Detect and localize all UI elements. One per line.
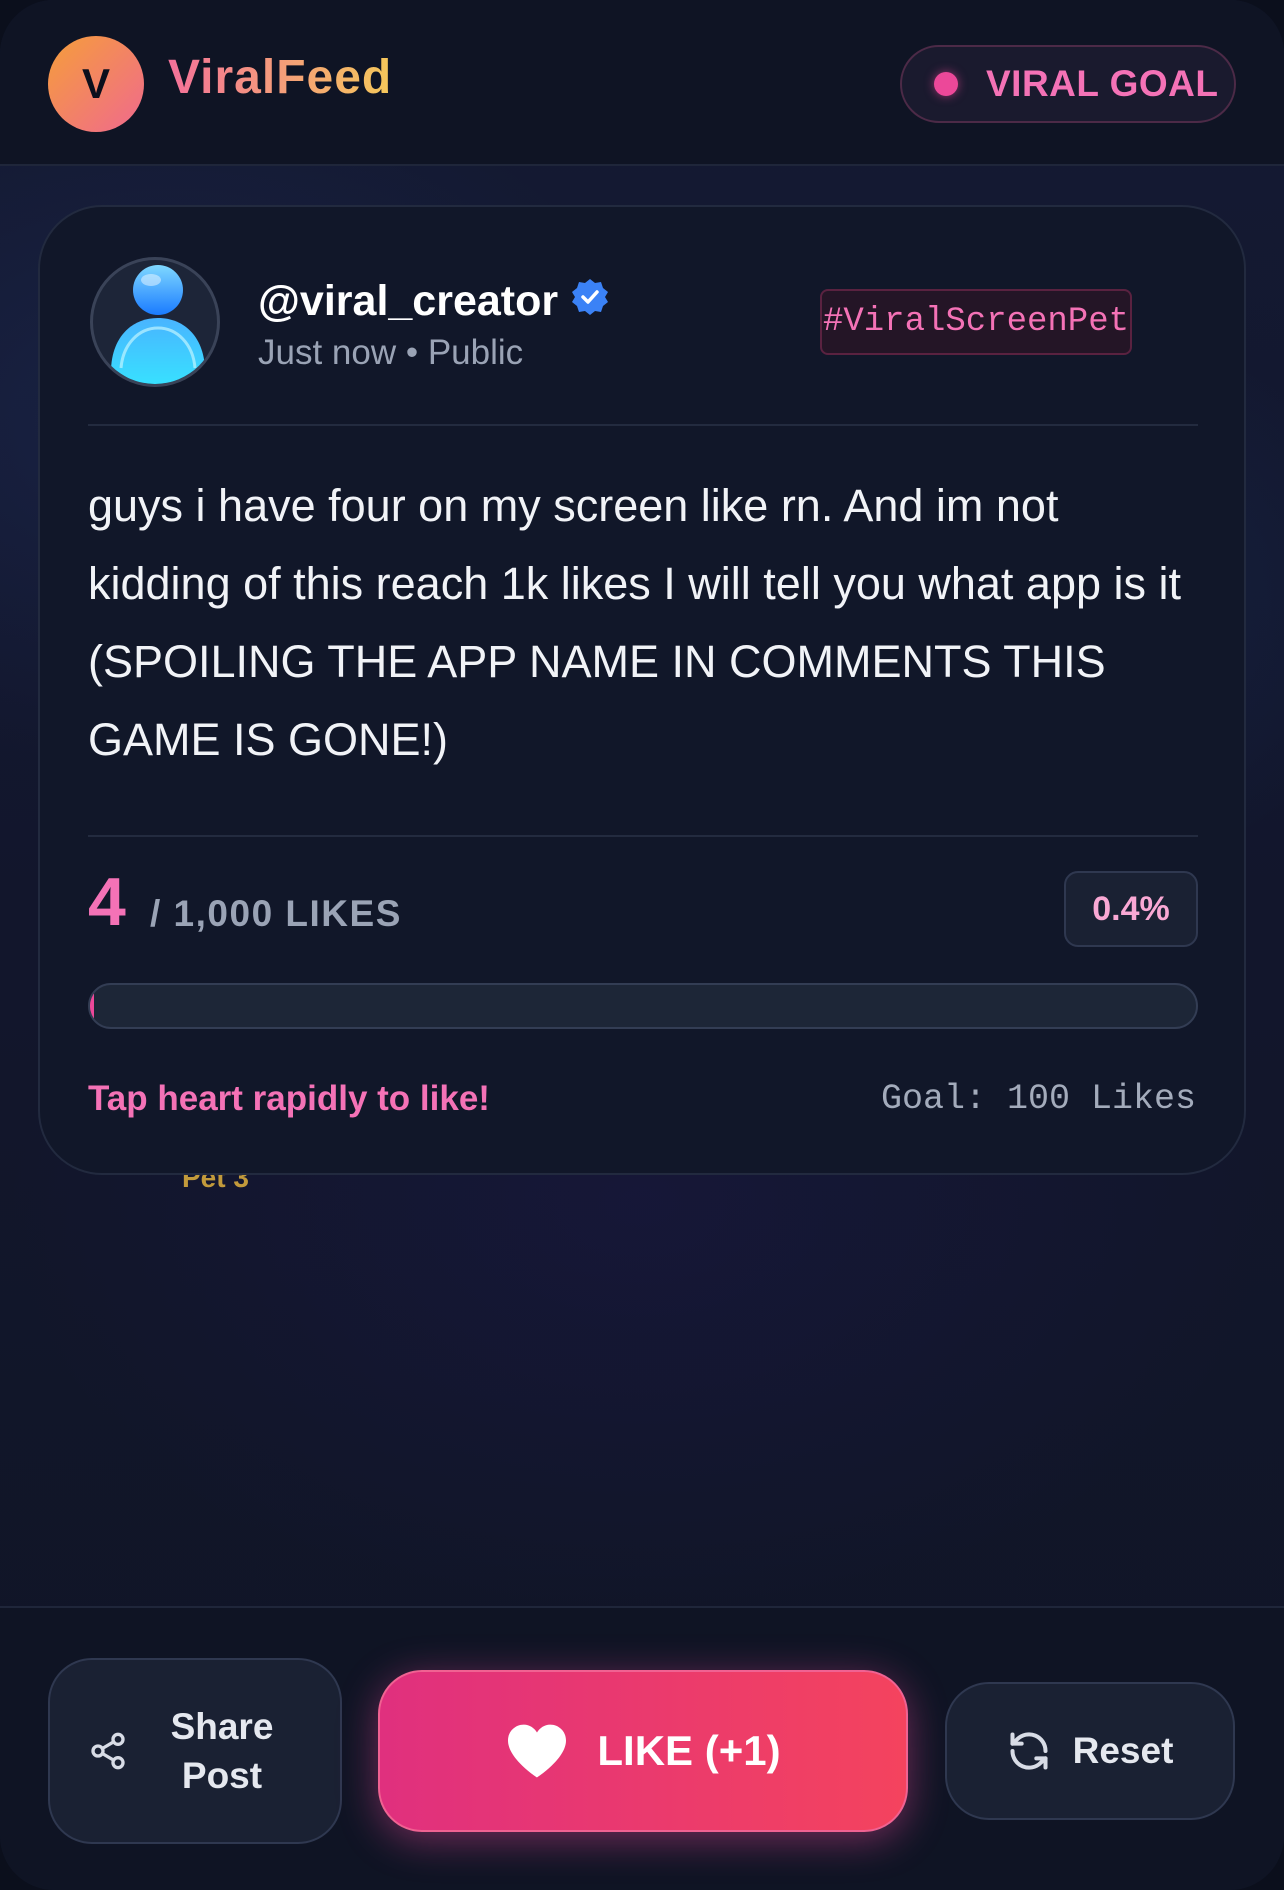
divider	[88, 424, 1198, 426]
like-progress-bar	[88, 983, 1198, 1029]
viral-goal-label: VIRAL GOAL	[986, 63, 1219, 104]
status-dot-icon	[934, 72, 958, 96]
progress-percent-badge: 0.4%	[1064, 871, 1198, 947]
like-button[interactable]: LIKE (+1)	[378, 1670, 908, 1832]
logo-letter: V	[81, 60, 110, 107]
like-count: 4	[88, 864, 126, 940]
post-author-handle[interactable]: @viral_creator	[258, 277, 558, 326]
reset-button-label: Reset	[1072, 1730, 1174, 1771]
like-button-label: LIKE (+1)	[597, 1727, 781, 1774]
hashtag-badge[interactable]: #ViralScreenPet	[820, 289, 1132, 355]
share-icon	[91, 1732, 125, 1770]
share-post-button[interactable]: Share Post	[48, 1658, 342, 1844]
post-body-text: guys i have four on my screen like rn. A…	[88, 480, 1182, 765]
share-post-label: Share Post	[170, 1706, 274, 1796]
heart-icon	[508, 1724, 567, 1778]
viral-goal-badge: VIRAL GOAL	[900, 45, 1236, 123]
user-avatar-icon[interactable]	[90, 257, 220, 387]
like-target-label: / 1,000 LIKES	[150, 893, 402, 934]
post-card: @viral_creator Just now • Public #ViralS…	[38, 205, 1246, 1175]
divider	[88, 835, 1198, 837]
reset-button[interactable]: Reset	[945, 1682, 1235, 1820]
verified-badge-icon	[570, 277, 610, 317]
brand-name: ViralFeed	[168, 51, 393, 104]
brand-logo: V	[48, 36, 144, 132]
tap-hint: Tap heart rapidly to like!	[88, 1079, 490, 1118]
app-screen: V ViralFeed VIRAL GOAL Pet 3 @viral_crea…	[0, 0, 1284, 1890]
refresh-icon	[1010, 1732, 1048, 1770]
top-bar: V ViralFeed VIRAL GOAL	[0, 0, 1284, 166]
goal-note: Goal: 100 Likes	[880, 1079, 1196, 1119]
post-meta: Just now • Public	[258, 333, 524, 372]
bottom-action-bar: Share Post LIKE (+1) Reset	[0, 1606, 1284, 1890]
progress-fill	[90, 985, 95, 1027]
